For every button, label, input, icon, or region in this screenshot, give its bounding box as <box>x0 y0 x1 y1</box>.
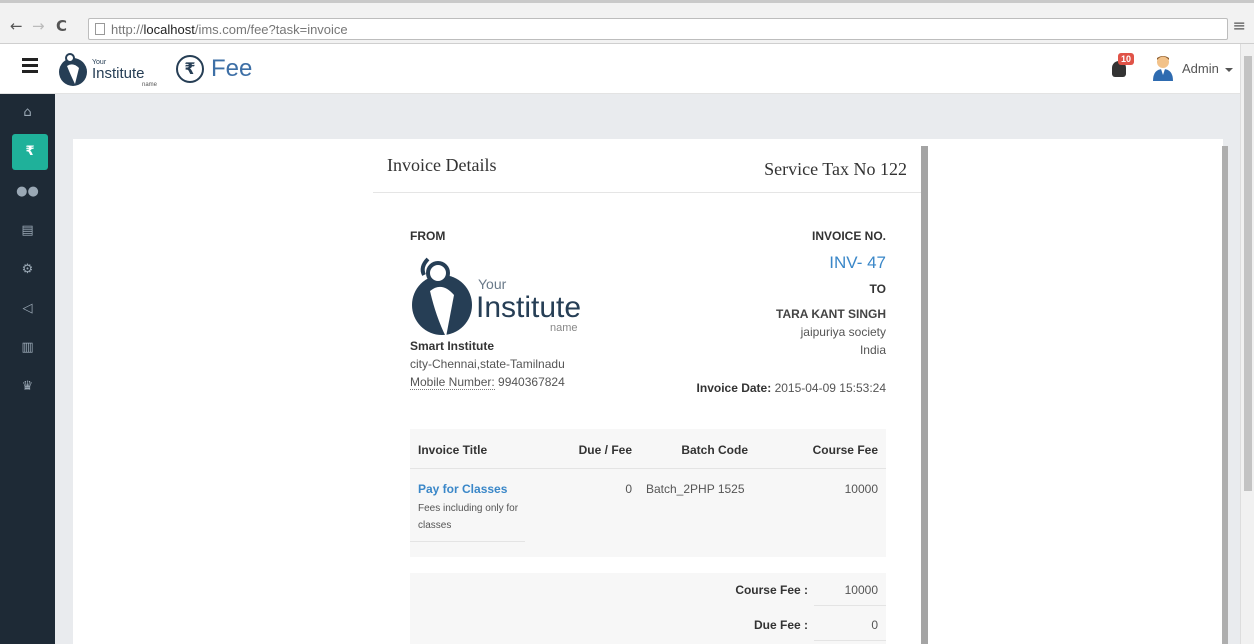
caret-down-icon <box>1224 67 1233 72</box>
gears-icon[interactable]: ⚙ <box>0 251 55 289</box>
institute-logo[interactable]: Your Institute name <box>58 50 168 90</box>
trophy-icon[interactable]: ♛ <box>0 368 55 406</box>
forward-arrow-icon[interactable]: → <box>32 17 45 35</box>
browser-menu-icon[interactable]: ≡ <box>1233 16 1246 35</box>
invoice-logo-tag: name <box>550 322 578 334</box>
back-arrow-icon[interactable]: ← <box>10 17 23 35</box>
home-icon[interactable]: ⌂ <box>0 94 55 132</box>
document-icon[interactable]: ▤ <box>0 212 55 250</box>
notifications-button[interactable]: 10 <box>1110 53 1140 83</box>
invoice-date-label: Invoice Date: <box>696 381 772 395</box>
totals-divider <box>814 605 886 606</box>
invoice-institute-logo: Your Institute name <box>410 251 585 346</box>
url-host: localhost <box>143 22 195 37</box>
page-icon <box>95 23 105 35</box>
url-path: /ims.com/fee?task=invoice <box>194 22 348 37</box>
item-description: Fees including only for classes <box>418 503 519 531</box>
invoice-logo-small-word: Your <box>478 276 507 292</box>
page-scrollbar[interactable] <box>1240 44 1254 644</box>
invoice-totals: Course Fee : 10000 Due Fee : 0 <box>410 573 886 644</box>
invoice-items-table: Invoice Title Due / Fee Batch Code Cours… <box>410 429 886 557</box>
page-scrollbar-thumb[interactable] <box>1244 56 1252 491</box>
notification-badge: 10 <box>1118 53 1135 65</box>
invoice-number: INV- 47 <box>829 253 886 272</box>
browser-toolbar: ← → C http://localhost/ims.com/fee?task=… <box>0 0 1254 44</box>
invoice-scrollbar[interactable] <box>921 146 928 644</box>
column-header: Batch Code <box>681 443 748 457</box>
invoice-date-value: 2015-04-09 15:53:24 <box>771 381 886 395</box>
invoice-panel: Invoice Details Service Tax No 122 FROM … <box>373 139 923 644</box>
customer-address-line1: jaipuriya society <box>800 325 886 339</box>
customer-name: TARA KANT SINGH <box>776 307 886 321</box>
invoice-number-label: INVOICE NO. <box>811 229 886 243</box>
mobile-value: 9940367824 <box>494 375 565 389</box>
user-name: Admin <box>1182 61 1219 76</box>
reload-icon[interactable]: C <box>56 17 67 35</box>
course-fee-total-label: Course Fee : <box>735 583 808 597</box>
due-fee-total-value: 0 <box>871 618 878 632</box>
item-due: 0 <box>625 482 632 496</box>
row-divider <box>410 541 525 542</box>
logo-tag: name <box>142 82 158 88</box>
column-header: Due / Fee <box>578 443 632 457</box>
users-icon[interactable]: ●● <box>0 173 55 211</box>
column-header: Course Fee <box>812 443 878 457</box>
institute-address: city-Chennai,state-Tamilnadu <box>410 357 565 371</box>
content-scrollbar[interactable] <box>1222 146 1228 644</box>
mobile-label: Mobile Number: <box>410 375 495 390</box>
address-bar[interactable]: http://localhost/ims.com/fee?task=invoic… <box>88 18 1228 40</box>
app-header: Your Institute name ₹ Fee 10 Admin <box>0 44 1240 94</box>
due-fee-total-label: Due Fee : <box>753 618 808 632</box>
from-label: FROM <box>410 229 446 243</box>
hamburger-menu-icon[interactable] <box>22 58 38 76</box>
table-header-divider <box>410 468 886 469</box>
url-prefix: http:// <box>111 22 144 37</box>
item-course-fee: 10000 <box>844 482 878 496</box>
page-title: Fee <box>211 55 253 82</box>
megaphone-icon[interactable]: ◁ <box>0 290 55 328</box>
divider <box>373 192 921 193</box>
sidebar: ⌂ ₹ ●● ▤ ⚙ ◁ ▥ ♛ <box>0 94 55 644</box>
to-label: TO <box>869 282 886 296</box>
customer-address-line2: India <box>859 343 886 357</box>
rupee-circle-icon: ₹ <box>176 55 204 83</box>
rupee-icon[interactable]: ₹ <box>12 134 48 170</box>
item-title-link[interactable]: Pay for Classes <box>418 482 507 496</box>
logo-big-word: Institute <box>92 65 145 82</box>
invoice-date: Invoice Date: 2015-04-09 15:53:24 <box>697 381 886 395</box>
item-batch-code: Batch_2PHP 1525 <box>646 482 745 496</box>
institute-mobile: Mobile Number: 9940367824 <box>410 375 565 390</box>
institute-name: Smart Institute <box>410 339 495 353</box>
invoice-heading: Invoice Details <box>387 155 497 175</box>
user-avatar-icon <box>1153 56 1173 81</box>
totals-divider <box>814 640 886 641</box>
course-fee-total-value: 10000 <box>844 583 878 597</box>
column-header: Invoice Title <box>418 443 488 457</box>
invoice-logo-big-word: Institute <box>476 291 581 324</box>
service-tax-number: Service Tax No 122 <box>764 159 907 179</box>
bar-chart-icon[interactable]: ▥ <box>0 329 55 367</box>
